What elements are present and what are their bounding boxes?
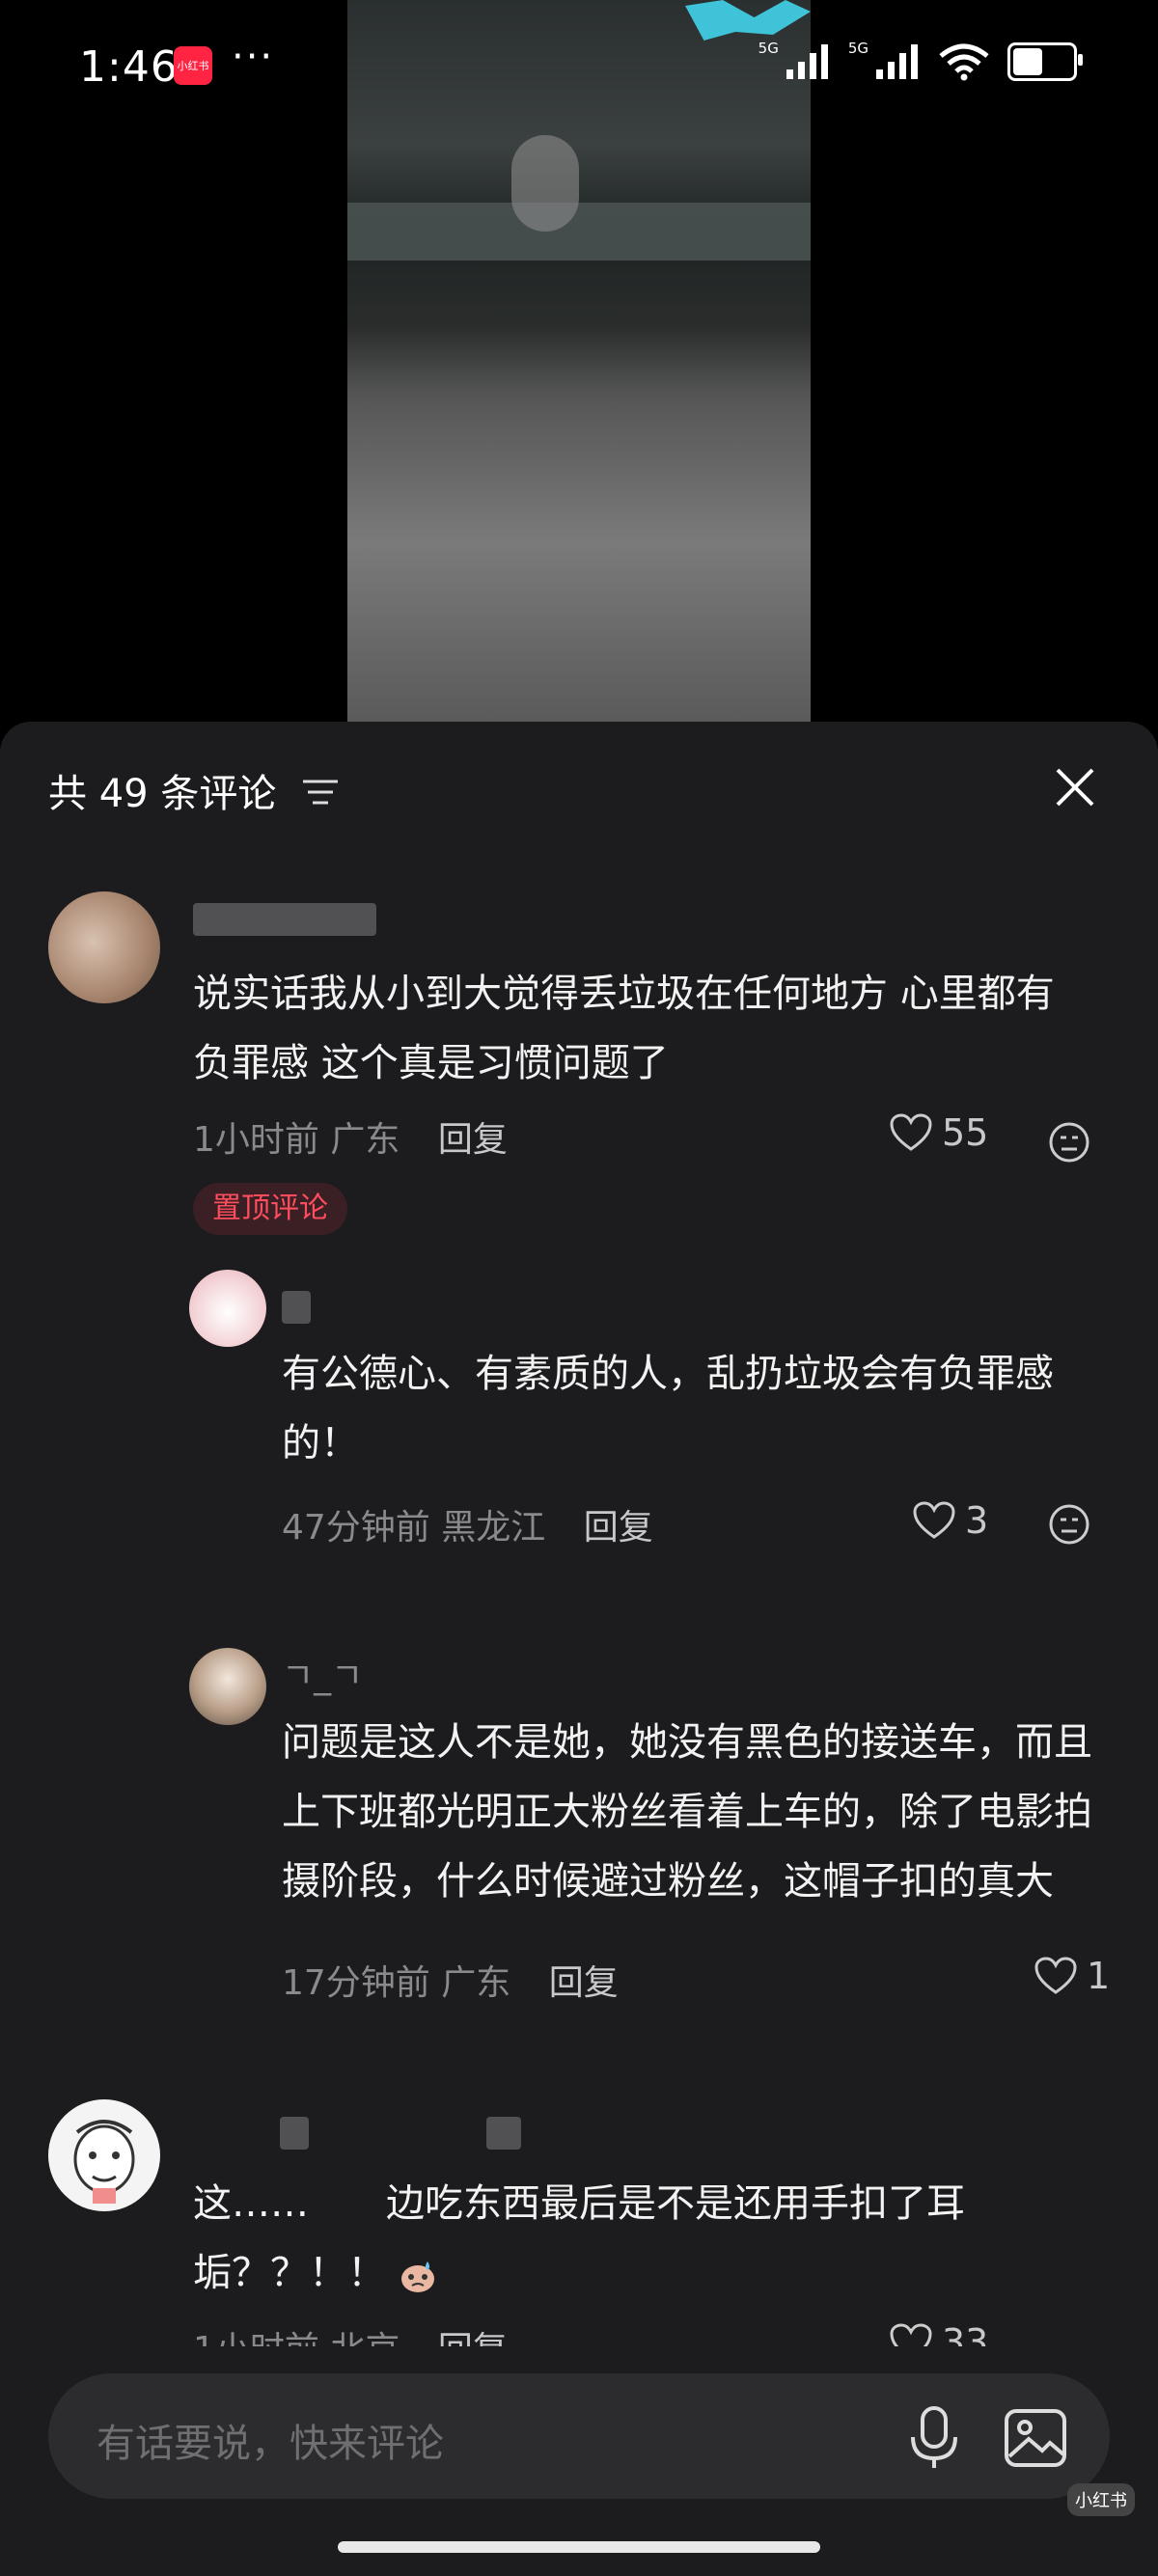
more-indicator: ··· bbox=[232, 35, 275, 79]
sort-filter-icon[interactable] bbox=[301, 778, 340, 807]
sweat-emoji-icon bbox=[400, 2261, 434, 2292]
reply-button[interactable]: 回复 bbox=[549, 1963, 619, 2003]
comment-meta: 17分钟前 广东 回复 bbox=[282, 1955, 619, 2005]
battery-icon bbox=[1007, 42, 1083, 81]
username-redacted bbox=[280, 2117, 309, 2150]
reply-button[interactable]: 回复 bbox=[584, 1508, 653, 1548]
dislike-icon[interactable] bbox=[1048, 1121, 1090, 1164]
comment-time: 17分钟前 bbox=[282, 1963, 430, 2003]
comment-input[interactable]: 有话要说，快来评论 bbox=[48, 2373, 1110, 2499]
status-bar: 1:46 小红书 ··· 5G 5G bbox=[0, 0, 1158, 135]
wifi-icon bbox=[939, 43, 989, 81]
like-button[interactable]: 55 bbox=[890, 1111, 988, 1154]
comment-location: 黑龙江 bbox=[441, 1508, 546, 1548]
like-button[interactable]: 3 bbox=[913, 1499, 988, 1542]
home-indicator[interactable] bbox=[338, 2541, 820, 2553]
video-frame-detail bbox=[347, 203, 811, 260]
close-icon[interactable] bbox=[1052, 764, 1098, 810]
heart-icon bbox=[1034, 1957, 1077, 1994]
microphone-icon[interactable] bbox=[905, 2404, 963, 2470]
comment-meta: 47分钟前 黑龙江 回复 bbox=[282, 1499, 653, 1549]
avatar[interactable] bbox=[48, 891, 160, 1003]
like-count: 3 bbox=[965, 1499, 989, 1542]
signal-icon bbox=[786, 44, 828, 79]
watermark-logo: 小红书 bbox=[1067, 2483, 1135, 2516]
like-count: 55 bbox=[942, 1111, 989, 1154]
comment-text: 有公德心、有素质的人，乱扔垃圾会有负罪感的！ bbox=[282, 1352, 1054, 1466]
signal-icon bbox=[876, 44, 918, 79]
username: ㄱ_ㄱ bbox=[282, 1657, 364, 1696]
avatar[interactable] bbox=[189, 1270, 266, 1347]
username-redacted bbox=[193, 903, 376, 936]
comment-text: 问题是这人不是她，她没有黑色的接送车，而且上下班都光明正大粉丝看着上车的，除了电… bbox=[282, 1720, 1092, 1904]
network-type-2: 5G bbox=[847, 40, 868, 57]
comment-time: 1小时前 bbox=[193, 1120, 319, 1160]
reply-button[interactable]: 回复 bbox=[438, 1120, 508, 1160]
heart-icon bbox=[890, 1113, 932, 1151]
like-count: 1 bbox=[1087, 1955, 1111, 1997]
comment-count-title: 共 49 条评论 bbox=[48, 772, 277, 816]
username-redacted bbox=[282, 1291, 311, 1324]
video-frame-figure bbox=[511, 135, 579, 232]
comment-input-placeholder: 有话要说，快来评论 bbox=[96, 2422, 444, 2466]
comment-meta: 1小时前 广东 回复 bbox=[193, 1111, 508, 1162]
status-time: 1:46 bbox=[79, 42, 179, 92]
comment-input-bar: 有话要说，快来评论 bbox=[0, 2346, 1158, 2518]
comment-location: 广东 bbox=[441, 1963, 511, 2003]
avatar[interactable] bbox=[48, 2099, 160, 2211]
comment-text-content: 这…… 边吃东西最后是不是还用手扣了耳垢？？！！ bbox=[193, 2181, 965, 2295]
status-icons: 5G 5G bbox=[758, 40, 1083, 81]
network-type-1: 5G bbox=[758, 40, 779, 57]
image-icon[interactable] bbox=[1004, 2408, 1067, 2468]
comment-sheet: 共 49 条评论 说实话我从小到大觉得丢垃圾在任何地方 心里都有负罪感 这个真是… bbox=[0, 722, 1158, 2576]
comment-text: 这…… 边吃东西最后是不是还用手扣了耳垢？？！！ bbox=[193, 2169, 1081, 2308]
dislike-icon[interactable] bbox=[1048, 1503, 1090, 1546]
comment-time: 47分钟前 bbox=[282, 1508, 430, 1548]
avatar[interactable] bbox=[189, 1648, 266, 1725]
comment-location: 广东 bbox=[330, 1120, 400, 1160]
app-badge-icon: 小红书 bbox=[174, 46, 212, 85]
comment-text: 说实话我从小到大觉得丢垃圾在任何地方 心里都有负罪感 这个真是习惯问题了 bbox=[193, 972, 1055, 1085]
pinned-badge: 置顶评论 bbox=[193, 1183, 347, 1235]
heart-icon bbox=[913, 1501, 955, 1539]
cartoon-face-icon bbox=[50, 2101, 158, 2209]
username-redacted bbox=[486, 2117, 521, 2150]
like-button[interactable]: 1 bbox=[1034, 1955, 1110, 1997]
